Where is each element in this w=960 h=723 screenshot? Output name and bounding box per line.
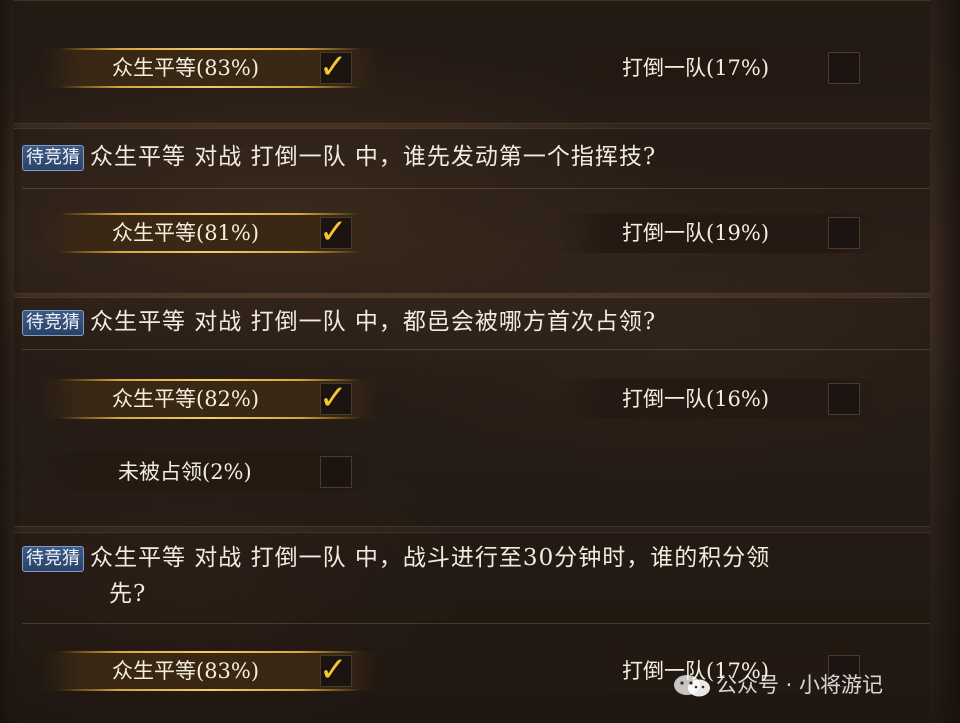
question-row: 待竞猜 众生平等 对战 打倒一队 中，都邑会被哪方首次占领? bbox=[22, 304, 930, 350]
checkmark-icon: ✓ bbox=[319, 650, 348, 690]
option-label: 未被占领(2%) bbox=[118, 460, 252, 484]
option-checkbox[interactable]: ✓ bbox=[319, 212, 352, 252]
question-row: 待竞猜 众生平等 对战 打倒一队 中，战斗进行至30分钟时，谁的积分领 先? bbox=[22, 540, 930, 624]
option-checkbox[interactable]: ✓ bbox=[319, 378, 352, 418]
watermark: 公众号 · 小将游记 bbox=[672, 668, 883, 702]
option-choice[interactable]: 众生平等(82%) ✓ bbox=[40, 378, 380, 419]
option-choice[interactable]: 打倒一队(17%) bbox=[556, 48, 886, 88]
option-choice[interactable]: 打倒一队(16%) bbox=[556, 379, 886, 419]
option-checkbox[interactable] bbox=[828, 383, 860, 415]
option-checkbox[interactable] bbox=[320, 456, 352, 488]
option-label: 打倒一队(16%) bbox=[622, 387, 770, 411]
option-choice[interactable]: 众生平等(83%) ✓ bbox=[40, 650, 380, 691]
pending-tag: 待竞猜 bbox=[22, 145, 84, 171]
option-label: 众生平等(81%) bbox=[112, 221, 260, 245]
checkmark-icon: ✓ bbox=[319, 212, 348, 252]
pending-tag: 待竞猜 bbox=[22, 546, 84, 572]
option-choice[interactable]: 众生平等(83%) ✓ bbox=[40, 47, 380, 88]
option-label: 打倒一队(19%) bbox=[622, 221, 770, 245]
question-text: 众生平等 对战 打倒一队 中，谁先发动第一个指挥技? bbox=[90, 144, 657, 170]
frame-right-edge bbox=[930, 0, 960, 723]
checkmark-icon: ✓ bbox=[319, 378, 348, 418]
pending-tag: 待竞猜 bbox=[22, 310, 84, 336]
wechat-icon bbox=[672, 673, 712, 699]
watermark-text: 公众号 · 小将游记 bbox=[716, 673, 884, 697]
option-choice[interactable]: 众生平等(81%) ✓ bbox=[40, 212, 380, 253]
checkmark-icon: ✓ bbox=[319, 47, 348, 87]
option-checkbox[interactable] bbox=[828, 52, 860, 84]
option-choice[interactable]: 未被占领(2%) bbox=[40, 452, 380, 492]
option-label: 众生平等(83%) bbox=[112, 56, 260, 80]
option-checkbox[interactable]: ✓ bbox=[319, 47, 352, 87]
option-checkbox[interactable]: ✓ bbox=[319, 650, 352, 690]
quiz-screen: 众生平等(83%) ✓ 打倒一队(17%) 待竞猜 众生平等 对战 打倒一队 中，… bbox=[0, 0, 960, 723]
question-text: 众生平等 对战 打倒一队 中，都邑会被哪方首次占领? bbox=[90, 309, 657, 335]
option-label: 众生平等(83%) bbox=[112, 659, 260, 683]
question-text-line1: 众生平等 对战 打倒一队 中，战斗进行至30分钟时，谁的积分领 bbox=[90, 545, 771, 571]
option-label: 打倒一队(17%) bbox=[622, 56, 770, 80]
option-choice[interactable]: 打倒一队(19%) bbox=[556, 213, 886, 253]
option-label: 众生平等(82%) bbox=[112, 387, 260, 411]
option-checkbox[interactable] bbox=[828, 217, 860, 249]
question-row: 待竞猜 众生平等 对战 打倒一队 中，谁先发动第一个指挥技? bbox=[22, 139, 930, 189]
question-text-line2: 先? bbox=[109, 581, 147, 607]
